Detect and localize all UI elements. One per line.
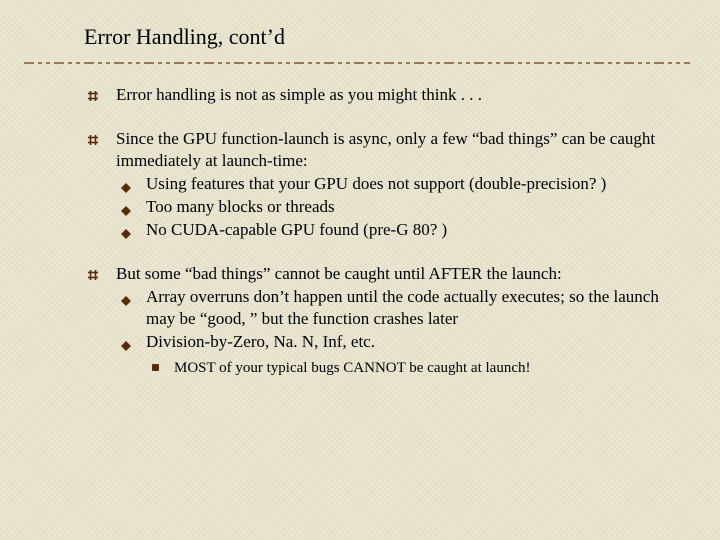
list-item-text: Error handling is not as simple as you m… — [116, 84, 680, 106]
square-bullet-icon — [152, 364, 159, 371]
slide: Error Handling, cont’d Error handling is… — [0, 0, 720, 420]
page-title: Error Handling, cont’d — [84, 24, 680, 50]
list-item: But some “bad things” cannot be caught u… — [86, 263, 680, 379]
sub-list-item: Using features that your GPU does not su… — [120, 173, 680, 195]
sub-list-item-text: No CUDA-capable GPU found (pre-G 80? ) — [146, 220, 447, 239]
sub-list-item: Division-by-Zero, Na. N, Inf, etc. — [120, 331, 680, 353]
list-item: Error handling is not as simple as you m… — [86, 84, 680, 106]
diamond-bullet-icon — [120, 336, 132, 348]
diamond-bullet-icon — [120, 224, 132, 236]
diamond-bullet-icon — [120, 291, 132, 303]
sub-list-item-text: Too many blocks or threads — [146, 197, 335, 216]
list-item-text: Since the GPU function-launch is async, … — [116, 128, 680, 172]
note-text: MOST of your typical bugs CANNOT be caug… — [174, 360, 530, 376]
diamond-bullet-icon — [120, 178, 132, 190]
list-item: Since the GPU function-launch is async, … — [86, 128, 680, 241]
hash-bullet-icon — [86, 266, 100, 280]
sub-list-item-text: Array overruns don’t happen until the co… — [146, 287, 659, 328]
hash-bullet-icon — [86, 131, 100, 145]
sub-list-item-text: Division-by-Zero, Na. N, Inf, etc. — [146, 332, 375, 351]
note-list: MOST of your typical bugs CANNOT be caug… — [116, 359, 680, 379]
list-item-text: But some “bad things” cannot be caught u… — [116, 263, 680, 285]
content: Error handling is not as simple as you m… — [86, 84, 680, 378]
sub-list-item: Too many blocks or threads — [120, 196, 680, 218]
sub-list-item: No CUDA-capable GPU found (pre-G 80? ) — [120, 219, 680, 241]
note-item: MOST of your typical bugs CANNOT be caug… — [152, 359, 680, 379]
diamond-bullet-icon — [120, 201, 132, 213]
title-divider — [24, 59, 690, 69]
sub-list-item-text: Using features that your GPU does not su… — [146, 174, 606, 193]
sub-list: Using features that your GPU does not su… — [116, 173, 680, 240]
hash-bullet-icon — [86, 87, 100, 101]
sub-list-item: Array overruns don’t happen until the co… — [120, 286, 680, 330]
sub-list: Array overruns don’t happen until the co… — [116, 286, 680, 378]
